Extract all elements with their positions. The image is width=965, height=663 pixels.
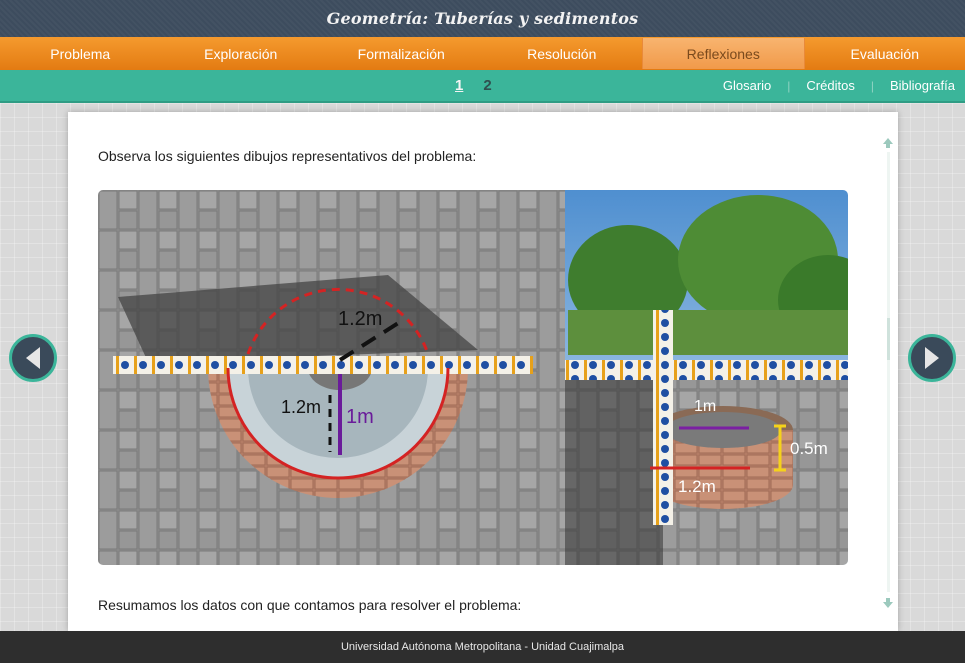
tab-problema[interactable]: Problema [0, 37, 161, 70]
label-outer-radius: 1.2m [338, 308, 382, 330]
label-inner-radius: 1.2m [281, 397, 321, 417]
intro-text: Observa los siguientes dibujos represent… [98, 148, 477, 164]
app-title: Geometría: Tuberías y sedimentos [326, 9, 639, 28]
label-diameter-segment: 1.2m [678, 477, 716, 496]
chevron-left-icon [26, 347, 40, 369]
link-divider: | [787, 78, 791, 93]
page-link-1[interactable]: 1 [455, 77, 463, 94]
page-link-2[interactable]: 2 [483, 77, 491, 94]
secondary-links: Glosario | Créditos | Bibliografía [723, 70, 955, 101]
label-depth: 1m [346, 406, 374, 428]
chevron-right-icon [925, 347, 939, 369]
scrollbar-thumb[interactable] [887, 318, 890, 360]
arrow-down-icon[interactable] [882, 596, 894, 608]
prev-button[interactable] [9, 334, 57, 382]
creditos-link[interactable]: Créditos [806, 78, 854, 93]
sub-nav: 1 2 Glosario | Créditos | Bibliografía [0, 70, 965, 103]
label-radius: 1m [694, 398, 716, 415]
scrollbar-track[interactable] [887, 152, 890, 592]
perspective-panel: 1m 0.5m 1.2m [565, 190, 848, 565]
arrow-up-icon[interactable] [882, 136, 894, 148]
glosario-link[interactable]: Glosario [723, 78, 771, 93]
footer-text: Universidad Autónoma Metropolitana - Uni… [340, 641, 625, 653]
summary-text: Resumamos los datos con que contamos par… [98, 597, 522, 613]
title-bar: Geometría: Tuberías y sedimentos [0, 0, 965, 37]
tab-formalizacion[interactable]: Formalización [321, 37, 482, 70]
top-view-panel: 1.2m 1.2m 1m [98, 190, 565, 565]
illustration-svg: 1.2m 1.2m 1m 1m 0.5m 1.2m [98, 190, 848, 565]
link-divider: | [870, 78, 874, 93]
tab-evaluacion[interactable]: Evaluación [805, 37, 965, 70]
problem-illustration: 1.2m 1.2m 1m 1m 0.5m 1.2m [98, 190, 848, 565]
content-card: Observa los siguientes dibujos represent… [68, 112, 898, 631]
footer: Universidad Autónoma Metropolitana - Uni… [0, 631, 965, 663]
page-pager: 1 2 [455, 70, 492, 101]
bibliografia-link[interactable]: Bibliografía [890, 78, 955, 93]
main-nav: Problema Exploración Formalización Resol… [0, 37, 965, 70]
label-height: 0.5m [790, 439, 828, 458]
next-button[interactable] [908, 334, 956, 382]
tab-reflexiones[interactable]: Reflexiones [642, 38, 805, 69]
tab-resolucion[interactable]: Resolución [482, 37, 643, 70]
tab-exploracion[interactable]: Exploración [161, 37, 322, 70]
